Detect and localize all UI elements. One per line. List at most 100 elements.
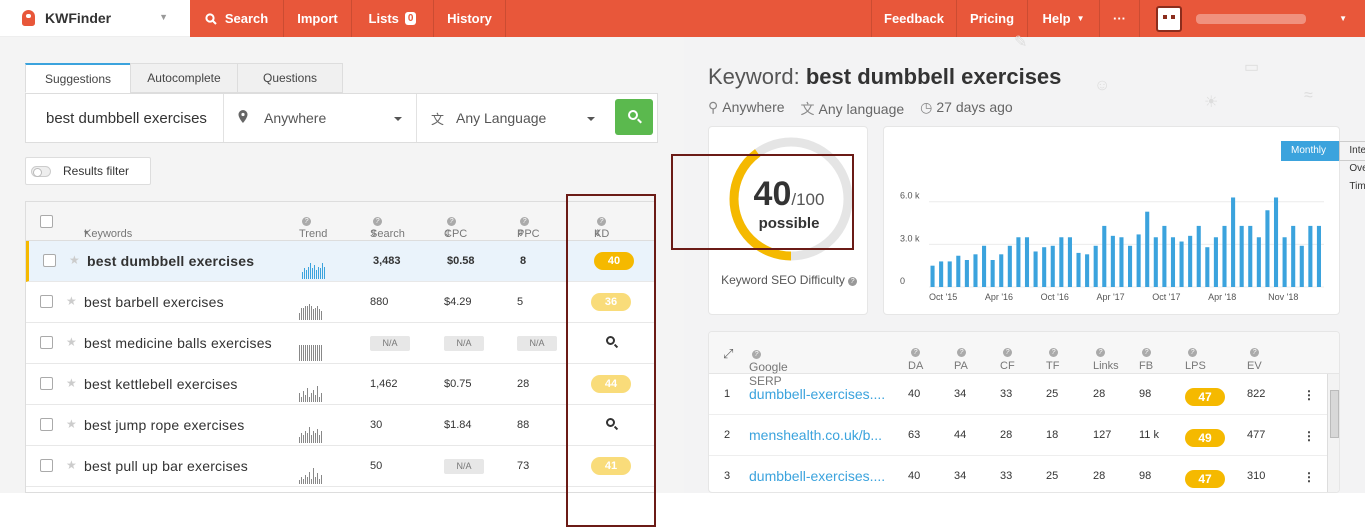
table-row[interactable]: ★ best pull up bar exercises 50 N/A 73 41: [26, 446, 654, 487]
volume-bar[interactable]: [1282, 237, 1287, 287]
volume-bar[interactable]: [1153, 237, 1158, 287]
volume-bar[interactable]: [999, 254, 1004, 287]
volume-bar[interactable]: [947, 261, 952, 287]
nav-lists[interactable]: Lists 0: [352, 0, 434, 37]
nav-history[interactable]: History: [434, 0, 506, 37]
volume-bar[interactable]: [1042, 247, 1047, 287]
keyword-cell[interactable]: best barbell exercises: [84, 294, 224, 310]
col-tf[interactable]: TF?: [1046, 346, 1059, 372]
table-row[interactable]: ★ best jump rope exercises 30 $1.84 88: [26, 405, 654, 446]
volume-bar[interactable]: [1136, 234, 1141, 287]
volume-bar[interactable]: [1231, 197, 1236, 287]
volume-bar[interactable]: [930, 265, 935, 287]
volume-bar[interactable]: [1256, 237, 1261, 287]
interest-over-time-button[interactable]: Interest Over Time: [1339, 141, 1365, 192]
table-row[interactable]: ★ best medicine balls exercises N/A N/A N/A: [26, 323, 654, 364]
table-row[interactable]: ★ best kettlebell exercises 1,462 $0.75 28 44: [26, 364, 654, 405]
nav-import[interactable]: Import: [284, 0, 352, 37]
keyword-cell[interactable]: best pull up bar exercises: [84, 458, 248, 474]
app-switcher[interactable]: KWFinder ▼: [0, 0, 190, 37]
volume-bar[interactable]: [1110, 235, 1115, 287]
volume-bar[interactable]: [1170, 237, 1176, 287]
volume-bar[interactable]: [1007, 245, 1012, 287]
serp-url-link[interactable]: dumbbell-exercises....: [749, 386, 885, 402]
row-checkbox[interactable]: [40, 418, 53, 431]
row-checkbox[interactable]: [40, 295, 53, 308]
col-cf[interactable]: CF?: [1000, 346, 1015, 372]
volume-bar[interactable]: [1076, 252, 1081, 287]
col-ppc[interactable]: ⇕ PPC?: [517, 215, 540, 240]
star-icon[interactable]: ★: [66, 458, 77, 472]
volume-bar[interactable]: [1016, 237, 1021, 287]
star-icon[interactable]: ★: [69, 253, 80, 267]
tab-autocomplete[interactable]: Autocomplete: [130, 63, 238, 93]
volume-bar[interactable]: [956, 255, 961, 287]
keyword-input[interactable]: best dumbbell exercises: [46, 110, 216, 127]
keyword-cell[interactable]: best jump rope exercises: [84, 417, 244, 433]
scrollbar-thumb[interactable]: [1330, 390, 1339, 438]
volume-bar[interactable]: [1119, 237, 1124, 287]
results-filter-button[interactable]: Results filter: [25, 157, 151, 185]
volume-bar[interactable]: [1024, 237, 1030, 287]
volume-bar[interactable]: [1059, 237, 1064, 287]
col-ev[interactable]: EV?: [1247, 346, 1262, 372]
volume-bar[interactable]: [1239, 225, 1244, 287]
nav-help[interactable]: Help ▼: [1028, 0, 1100, 37]
volume-bar[interactable]: [1248, 225, 1253, 287]
row-menu-icon[interactable]: ⋮: [1303, 429, 1315, 443]
volume-bar[interactable]: [1067, 237, 1072, 287]
search-submit-button[interactable]: [615, 99, 653, 135]
col-trend[interactable]: Trend?: [299, 215, 327, 240]
volume-bar[interactable]: [964, 260, 969, 287]
volume-bar[interactable]: [1196, 225, 1201, 287]
volume-bar[interactable]: [990, 260, 995, 287]
volume-bar[interactable]: [1265, 210, 1270, 287]
row-checkbox[interactable]: [43, 254, 56, 267]
nav-search[interactable]: Search: [190, 0, 284, 37]
star-icon[interactable]: ★: [66, 376, 77, 390]
volume-bar[interactable]: [1085, 254, 1090, 287]
row-checkbox[interactable]: [40, 459, 53, 472]
volume-bar[interactable]: [1162, 225, 1167, 287]
serp-url-link[interactable]: dumbbell-exercises....: [749, 468, 885, 484]
col-pa[interactable]: PA?: [954, 346, 968, 372]
volume-bar[interactable]: [1128, 245, 1133, 287]
keyword-cell[interactable]: best medicine balls exercises: [84, 335, 272, 351]
col-search[interactable]: ⇕ Search?: [370, 215, 405, 240]
table-row[interactable]: ★ best barbell exercises 880 $4.29 5 36: [26, 282, 654, 323]
volume-bar[interactable]: [1188, 235, 1193, 287]
tab-questions[interactable]: Questions: [237, 63, 343, 93]
volume-bar[interactable]: [1222, 225, 1227, 287]
keyword-cell[interactable]: best kettlebell exercises: [84, 376, 238, 392]
nav-feedback[interactable]: Feedback: [871, 0, 957, 37]
volume-bar[interactable]: [1179, 241, 1184, 287]
filter-toggle[interactable]: [31, 165, 51, 177]
volume-bar[interactable]: [1145, 211, 1150, 287]
volume-bar[interactable]: [939, 261, 944, 287]
tab-suggestions[interactable]: Suggestions: [25, 63, 131, 93]
volume-bar[interactable]: [1308, 225, 1313, 287]
volume-bar[interactable]: [1050, 245, 1055, 287]
col-fb[interactable]: FB?: [1139, 346, 1153, 372]
serp-scrollbar[interactable]: [1327, 374, 1339, 492]
volume-bar[interactable]: [1291, 225, 1296, 287]
serp-url-link[interactable]: menshealth.co.uk/b...: [749, 427, 882, 443]
row-checkbox[interactable]: [40, 377, 53, 390]
volume-bar[interactable]: [973, 254, 978, 287]
volume-bar[interactable]: [1205, 247, 1210, 287]
row-menu-icon[interactable]: ⋮: [1303, 470, 1315, 484]
user-menu[interactable]: ▼: [1140, 0, 1365, 37]
volume-bar[interactable]: [1093, 245, 1098, 287]
nav-more[interactable]: ···: [1100, 0, 1140, 37]
col-lps[interactable]: LPS?: [1185, 346, 1206, 372]
volume-bar[interactable]: [1299, 245, 1304, 287]
col-cpc[interactable]: ⇕ CPC?: [444, 215, 467, 240]
volume-bar[interactable]: [1316, 225, 1321, 287]
select-all-checkbox[interactable]: [40, 215, 53, 228]
row-menu-icon[interactable]: ⋮: [1303, 388, 1315, 402]
volume-bar[interactable]: [982, 245, 987, 287]
keyword-cell[interactable]: best dumbbell exercises: [87, 253, 254, 269]
language-select[interactable]: Any Language: [456, 110, 546, 126]
star-icon[interactable]: ★: [66, 294, 77, 308]
table-row[interactable]: ★ best dumbbell exercises 3,483 $0.58 8 40: [26, 241, 654, 282]
